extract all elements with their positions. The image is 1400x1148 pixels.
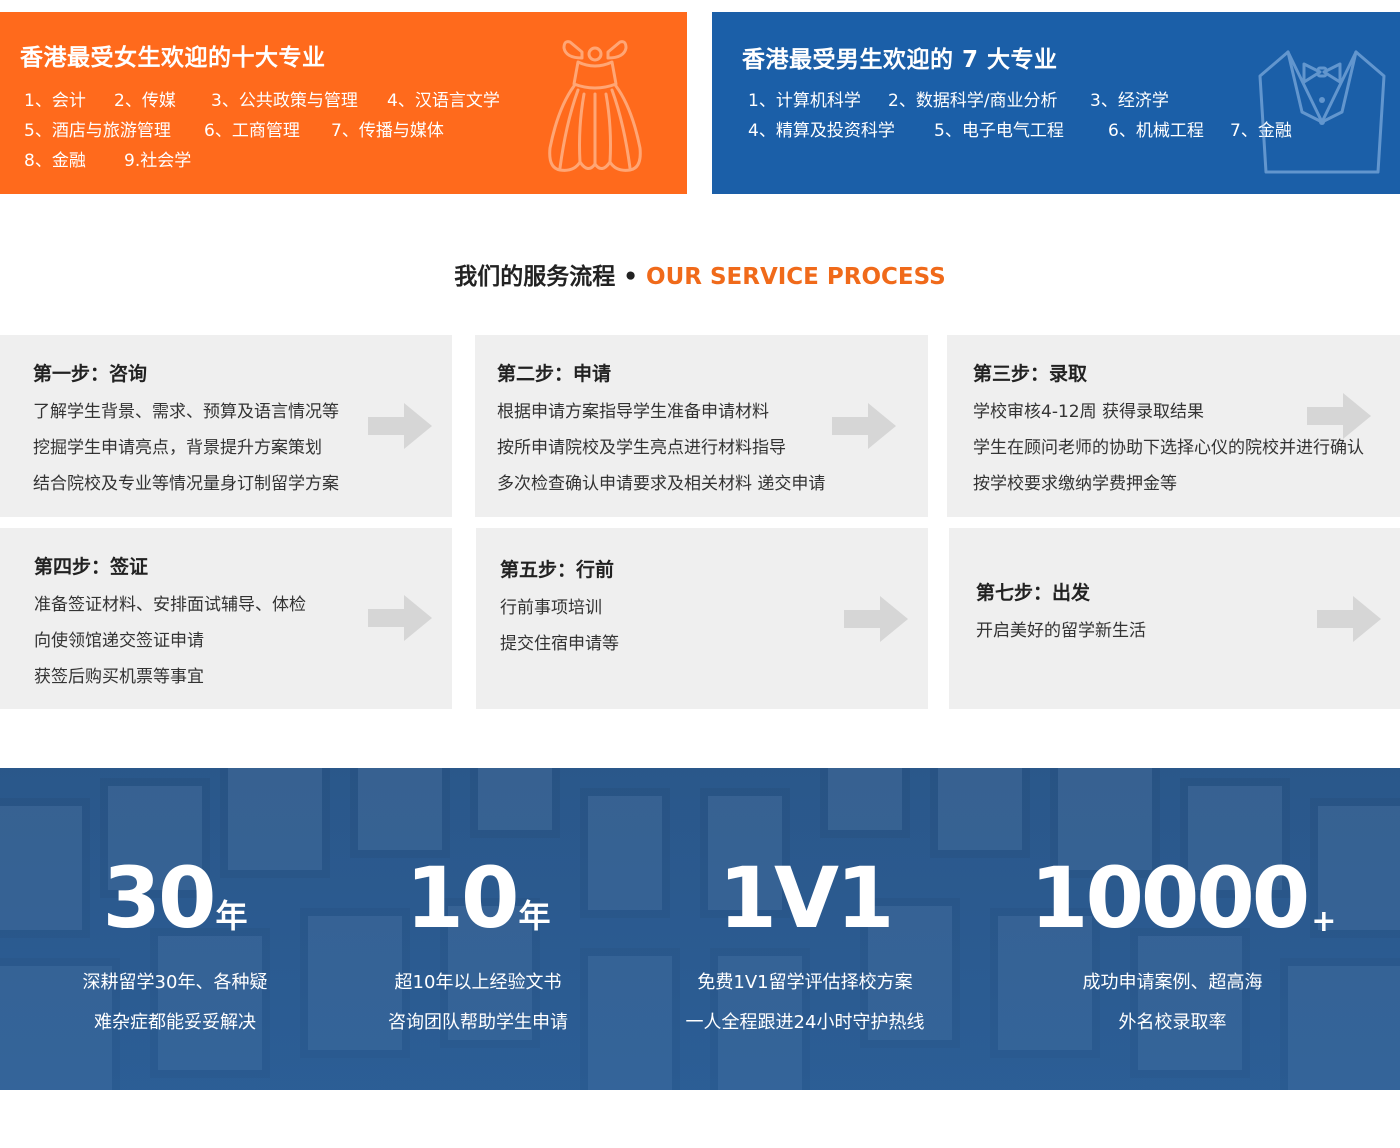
major-item: 7、传播与媒体	[331, 121, 444, 141]
arrow-right-icon	[368, 595, 432, 641]
stat-number: 10年	[405, 849, 551, 947]
major-item: 2、数据科学/商业分析	[888, 91, 1058, 111]
service-process-title-en: OUR SERVICE PROCESS	[646, 264, 946, 290]
step-line: 按学校要求缴纳学费押金等	[973, 474, 1177, 494]
stats-section: 30年 深耕留学30年、各种疑 难杂症都能妥妥解决 10年 超10年以上经验文书…	[0, 768, 1400, 1090]
title-separator-dot: •	[623, 264, 638, 290]
stat-desc: 难杂症都能妥妥解决	[94, 1012, 256, 1033]
major-item: 2、传媒	[114, 91, 176, 111]
arrow-right-icon	[832, 403, 896, 449]
step-line: 向使领馆递交签证申请	[34, 631, 204, 651]
girls-majors-row-1: 1、会计 2、传媒 3、公共政策与管理 4、汉语言文学	[24, 86, 544, 111]
stat-desc: 外名校录取率	[1118, 1012, 1227, 1033]
step-line: 准备签证材料、安排面试辅导、体检	[34, 595, 306, 615]
step-card-departure: 第七步：出发 开启美好的留学新生活	[949, 528, 1400, 709]
dress-icon	[548, 40, 642, 172]
girls-majors-row-3: 8、金融 9.社会学	[24, 146, 544, 171]
girls-majors-title: 香港最受女生欢迎的十大专业	[20, 45, 326, 71]
stat-unit: 年	[518, 897, 551, 935]
step-line: 获签后购买机票等事宜	[34, 667, 204, 687]
stat-desc: 超10年以上经验文书	[394, 972, 562, 993]
stat-desc: 咨询团队帮助学生申请	[388, 1012, 568, 1033]
major-item: 3、公共政策与管理	[211, 91, 358, 111]
stat-desc: 一人全程跟进24小时守护热线	[685, 1012, 925, 1033]
service-process-heading: 我们的服务流程 • OUR SERVICE PROCESS	[0, 257, 1400, 291]
girls-majors-banner: 香港最受女生欢迎的十大专业 1、会计 2、传媒 3、公共政策与管理 4、汉语言文…	[0, 12, 687, 194]
major-item: 4、汉语言文学	[387, 91, 500, 111]
step-line: 结合院校及专业等情况量身订制留学方案	[33, 474, 339, 494]
step-line: 提交住宿申请等	[500, 634, 619, 654]
boys-majors-row-1: 1、计算机科学 2、数据科学/商业分析 3、经济学	[748, 86, 1308, 111]
tuxedo-icon	[1258, 50, 1386, 174]
page: 香港最受女生欢迎的十大专业 1、会计 2、传媒 3、公共政策与管理 4、汉语言文…	[0, 0, 1400, 1148]
major-item: 6、工商管理	[204, 121, 300, 141]
arrow-right-icon	[1307, 393, 1371, 439]
stat-number: 10000 +	[1030, 849, 1337, 947]
major-item: 6、机械工程	[1108, 121, 1204, 141]
step-line: 根据申请方案指导学生准备申请材料	[497, 402, 769, 422]
major-item: 1、计算机科学	[748, 91, 861, 111]
step-title: 第二步：申请	[497, 363, 612, 385]
stat-one-on-one: 1V1 免费1V1留学评估择校方案 一人全程跟进24小时守护热线	[660, 768, 950, 1090]
stat-desc: 成功申请案例、超高海	[1082, 972, 1263, 993]
major-item: 5、酒店与旅游管理	[24, 121, 171, 141]
step-title: 第七步：出发	[976, 582, 1091, 604]
arrow-right-icon	[368, 403, 432, 449]
girls-majors-row-2: 5、酒店与旅游管理 6、工商管理 7、传播与媒体	[24, 116, 544, 141]
stat-writing-years: 10年 超10年以上经验文书 咨询团队帮助学生申请	[358, 768, 598, 1090]
step-card-consult: 第一步：咨询 了解学生背景、需求、预算及语言情况等 挖掘学生申请亮点，背景提升方…	[0, 335, 452, 517]
step-title: 第四步：签证	[34, 556, 149, 578]
step-line: 多次检查确认申请要求及相关材料 递交申请	[497, 474, 826, 494]
stat-desc: 免费1V1留学评估择校方案	[697, 972, 913, 993]
stat-success-cases: 10000 + 成功申请案例、超高海 外名校录取率	[1030, 768, 1337, 1090]
step-card-admission: 第三步：录取 学校审核4-12周 获得录取结果 学生在顾问老师的协助下选择心仪的…	[947, 335, 1400, 517]
boys-majors-row-2: 4、精算及投资科学 5、电子电气工程 6、机械工程 7、金融	[748, 116, 1308, 141]
step-card-apply: 第二步：申请 根据申请方案指导学生准备申请材料 按所申请院校及学生亮点进行材料指…	[475, 335, 928, 517]
step-title: 第三步：录取	[973, 363, 1088, 385]
step-line: 了解学生背景、需求、预算及语言情况等	[33, 402, 339, 422]
step-line: 开启美好的留学新生活	[976, 621, 1146, 641]
stat-number: 1V1	[718, 849, 895, 947]
major-item: 1、会计	[24, 91, 86, 111]
step-title: 第五步：行前	[500, 559, 615, 581]
boys-majors-title: 香港最受男生欢迎的 7 大专业	[742, 47, 1058, 73]
step-line: 学校审核4-12周 获得录取结果	[973, 402, 1204, 422]
step-card-visa: 第四步：签证 准备签证材料、安排面试辅导、体检 向使领馆递交签证申请 获签后购买…	[0, 528, 452, 709]
step-line: 行前事项培训	[500, 598, 602, 618]
stat-unit: +	[1311, 904, 1337, 939]
major-item: 5、电子电气工程	[934, 121, 1064, 141]
step-line: 挖掘学生申请亮点，背景提升方案策划	[33, 438, 322, 458]
service-process-title-cn: 我们的服务流程	[454, 264, 616, 290]
major-item: 4、精算及投资科学	[748, 121, 895, 141]
step-card-predeparture: 第五步：行前 行前事项培训 提交住宿申请等	[476, 528, 928, 709]
stat-number: 30年	[102, 849, 248, 947]
boys-majors-banner: 香港最受男生欢迎的 7 大专业 1、计算机科学 2、数据科学/商业分析 3、经济…	[712, 12, 1400, 194]
major-item: 8、金融	[24, 151, 86, 171]
step-line: 按所申请院校及学生亮点进行材料指导	[497, 438, 786, 458]
stat-desc: 深耕留学30年、各种疑	[82, 972, 268, 993]
step-title: 第一步：咨询	[33, 363, 148, 385]
stat-experience-years: 30年 深耕留学30年、各种疑 难杂症都能妥妥解决	[55, 768, 295, 1090]
step-line: 学生在顾问老师的协助下选择心仪的院校并进行确认	[973, 438, 1364, 458]
arrow-right-icon	[844, 596, 908, 642]
major-item: 9.社会学	[124, 151, 192, 171]
stat-unit: 年	[215, 897, 248, 935]
major-item: 3、经济学	[1090, 91, 1169, 111]
arrow-right-icon	[1317, 596, 1381, 642]
